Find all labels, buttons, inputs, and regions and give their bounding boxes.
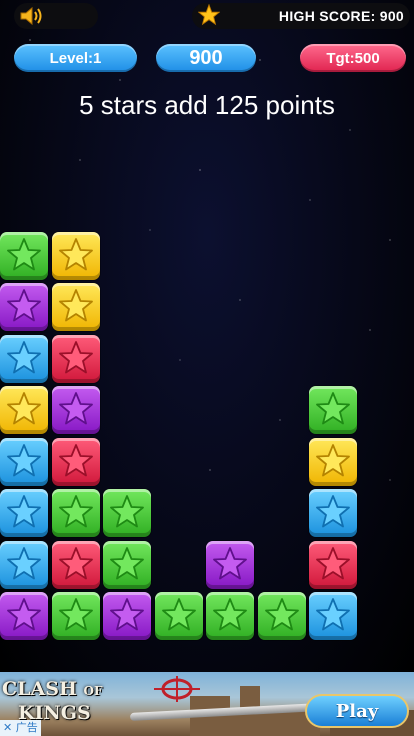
level-badge: Level:1 [14, 44, 137, 72]
star-icon [316, 495, 350, 528]
star-tile-purple[interactable] [0, 592, 48, 640]
star-icon [58, 443, 93, 476]
ad-logo: CLASH OF KINGS [2, 678, 103, 724]
star-tile-yellow[interactable] [51, 283, 100, 331]
ad-banner[interactable]: CLASH OF KINGS ✕ 广告 Play [0, 672, 414, 736]
star-icon [316, 546, 350, 579]
star-icon [58, 237, 93, 270]
score-message: 5 stars add 125 points [79, 90, 335, 120]
star-tile-yellow[interactable] [309, 437, 357, 486]
star-icon [110, 495, 144, 528]
target-badge: Tgt:500 [300, 44, 406, 72]
game-board [0, 225, 414, 640]
star-icon [213, 598, 247, 631]
star-tile-green[interactable] [206, 592, 254, 640]
sound-toggle[interactable] [14, 3, 98, 29]
star-icon [7, 443, 41, 476]
star-tile-green[interactable] [103, 489, 151, 537]
star-tile-green[interactable] [103, 540, 151, 589]
star-icon [58, 598, 93, 631]
star-icon [7, 546, 41, 579]
star-icon [110, 546, 144, 579]
star-tile-green[interactable] [51, 592, 100, 640]
star-tile-red[interactable] [51, 334, 100, 383]
star-icon [7, 289, 41, 322]
star-icon [264, 598, 299, 631]
star-icon [58, 392, 93, 425]
speaker-icon[interactable] [18, 6, 44, 26]
star-tile-blue[interactable] [0, 334, 48, 383]
star-icon [161, 598, 196, 631]
star-tile-green[interactable] [154, 592, 203, 640]
star-tile-blue[interactable] [0, 489, 48, 537]
current-score: 900 [156, 44, 256, 72]
star-tile-purple[interactable] [206, 540, 254, 589]
ad-play-button[interactable]: Play [305, 694, 409, 728]
high-score-bar: HIGH SCORE: 900 [192, 3, 410, 29]
star-tile-purple[interactable] [51, 386, 100, 434]
star-icon [7, 237, 41, 270]
star-icon [110, 598, 144, 631]
star-tile-blue[interactable] [0, 437, 48, 486]
star-tile-green[interactable] [51, 489, 100, 537]
star-tile-red[interactable] [51, 540, 100, 589]
star-icon [198, 4, 220, 26]
star-tile-blue[interactable] [309, 489, 357, 537]
star-tile-purple[interactable] [103, 592, 151, 640]
star-icon [58, 495, 93, 528]
star-icon [7, 392, 41, 425]
star-tile-green[interactable] [0, 231, 48, 280]
star-tile-green[interactable] [309, 386, 357, 434]
star-icon [316, 598, 350, 631]
star-icon [7, 340, 41, 373]
star-icon [58, 546, 93, 579]
star-icon [7, 598, 41, 631]
star-icon [316, 443, 350, 476]
star-tile-red[interactable] [309, 540, 357, 589]
star-icon [58, 340, 93, 373]
star-tile-yellow[interactable] [0, 386, 48, 434]
star-icon [213, 546, 247, 579]
star-icon [58, 289, 93, 322]
star-tile-blue[interactable] [309, 592, 357, 640]
ad-close-tag[interactable]: ✕ 广告 [0, 720, 41, 736]
star-icon [316, 392, 350, 425]
star-tile-green[interactable] [257, 592, 306, 640]
star-icon [7, 495, 41, 528]
star-tile-yellow[interactable] [51, 231, 100, 280]
star-tile-purple[interactable] [0, 283, 48, 331]
star-tile-blue[interactable] [0, 540, 48, 589]
high-score-text: HIGH SCORE: 900 [278, 8, 404, 24]
star-tile-red[interactable] [51, 437, 100, 486]
